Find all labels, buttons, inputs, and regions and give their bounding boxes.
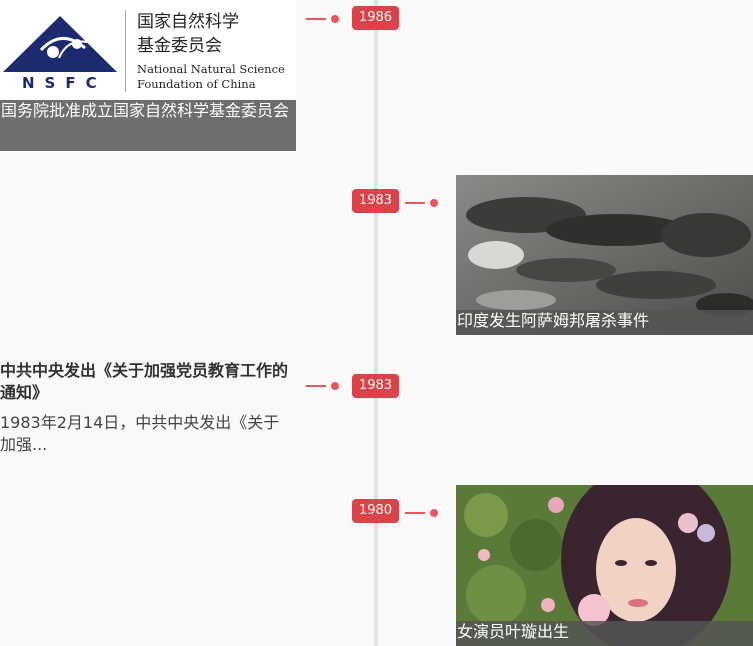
event-card-1980-actress[interactable]: 女演员叶璇出生 xyxy=(456,485,753,646)
nsfc-cn-line2: 基金委员会 xyxy=(137,36,222,56)
year-badge-1983[interactable]: 1983 xyxy=(352,189,399,213)
connector-dot xyxy=(331,382,339,390)
timeline: NSFC 国家自然科学 基金委员会 National Natural Scien… xyxy=(0,0,753,646)
year-badge-1980[interactable]: 1980 xyxy=(352,499,399,523)
connector-line xyxy=(405,512,425,514)
connector-dot xyxy=(331,15,339,23)
connector-line xyxy=(306,18,326,20)
event-text-1983-party[interactable]: 中共中央发出《关于加强党员教育工作的通知》 1983年2月14日，中共中央发出《… xyxy=(0,360,290,456)
event-summary: 1983年2月14日，中共中央发出《关于加强... xyxy=(0,413,280,454)
event-caption[interactable]: 女演员叶璇出生 xyxy=(456,621,753,646)
year-badge-1983[interactable]: 1983 xyxy=(352,374,399,398)
year-badge-1986[interactable]: 1986 xyxy=(352,6,399,30)
timeline-axis xyxy=(374,0,378,646)
event-caption[interactable]: 印度发生阿萨姆邦屠杀事件 xyxy=(456,310,753,335)
nsfc-cn-line1: 国家自然科学 xyxy=(137,12,239,32)
nsfc-logo: NSFC 国家自然科学 基金委员会 National Natural Scien… xyxy=(0,0,296,100)
connector-dot xyxy=(430,199,438,207)
connector-line xyxy=(306,385,326,387)
event-title[interactable]: 中共中央发出《关于加强党员教育工作的通知》 xyxy=(0,360,290,404)
nsfc-en-line2: Foundation of China xyxy=(137,77,256,91)
nsfc-en-line1: National Natural Science xyxy=(137,62,285,76)
nsfc-divider xyxy=(125,10,126,92)
connector-line xyxy=(405,202,425,204)
nsfc-triangle-icon xyxy=(3,16,117,72)
event-caption[interactable]: 国务院批准成立国家自然科学基金委员会 xyxy=(0,100,296,151)
event-card-1986[interactable]: NSFC 国家自然科学 基金委员会 National Natural Scien… xyxy=(0,0,296,151)
event-card-1983-assam[interactable]: 印度发生阿萨姆邦屠杀事件 xyxy=(456,175,753,335)
connector-dot xyxy=(430,509,438,517)
nsfc-abbr: NSFC xyxy=(22,74,107,92)
